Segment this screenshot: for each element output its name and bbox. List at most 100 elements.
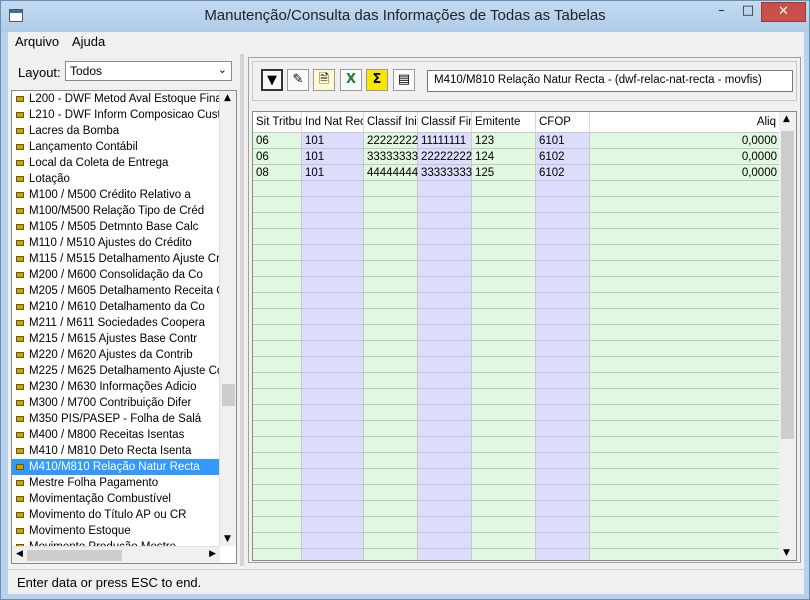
grid-cell[interactable]: 0,0000 [590,149,780,165]
table-list-item[interactable]: Lacres da Bomba [12,123,220,139]
grid-column-header[interactable]: Classif Fim [418,112,472,133]
table-list-item[interactable]: M400 / M800 Receitas Isentas [12,427,220,443]
table-list-item[interactable]: Lançamento Contábil [12,139,220,155]
grid-cell[interactable]: 0,0000 [590,133,780,149]
sum-icon[interactable]: Σ [366,69,388,91]
scroll-down-icon[interactable]: ▼ [783,548,790,558]
grid-column-header[interactable]: Ind Nat Rec [302,112,364,133]
maximize-button[interactable]: □ [735,2,761,22]
table-list-item-label: L210 - DWF Inform Composicao Custo [29,109,220,121]
table-list-item[interactable]: M200 / M600 Consolidação da Co [12,267,220,283]
minimize-button[interactable]: – [708,2,735,22]
table-list-horizontal-scrollbar[interactable]: ◀ ▶ [12,546,220,563]
table-list-item[interactable]: M350 PIS/PASEP - Folha de Salá [12,411,220,427]
table-list-item-label: M410 / M810 Deto Recta Isenta [29,445,192,457]
grid-column-header[interactable]: Emitente [472,112,536,133]
chevron-down-icon[interactable]: ⌄ [218,63,227,76]
table-list-item[interactable]: M410/M810 Relação Natur Recta [12,459,220,475]
new-icon[interactable]: 🗎 [313,69,335,91]
grid-cell[interactable]: 44444444 [364,165,418,181]
table-list-item[interactable]: L210 - DWF Inform Composicao Custo [12,107,220,123]
table-list-item-label: Mestre Folha Pagamento [29,477,159,489]
grid-column-header[interactable]: Classif Inic [364,112,418,133]
grid-cell[interactable]: 08 [253,165,302,181]
menu-arquivo[interactable]: Arquivo [15,34,59,49]
grid-cell[interactable]: 33333333 [364,149,418,165]
filter-icon[interactable]: ▼ [261,69,283,91]
table-list-item[interactable]: M100 / M500 Crédito Relativo a [12,187,220,203]
table-list-item[interactable]: Movimento Estoque [12,523,220,539]
table-list-item[interactable]: M300 / M700 Contribuição Difer [12,395,220,411]
table-list-item[interactable]: M211 / M611 Sociedades Coopera [12,315,220,331]
table-list-item[interactable]: M215 / M615 Ajustes Base Contr [12,331,220,347]
grid-cell[interactable]: 124 [472,149,536,165]
grid-column-header[interactable]: Sit Tritbut [253,112,302,133]
excel-icon[interactable]: X [340,69,362,91]
table-list-item[interactable]: M220 / M620 Ajustes da Contrib [12,347,220,363]
grid-cell[interactable]: 101 [302,165,364,181]
properties-icon[interactable]: ▤ [393,69,415,91]
table-list-item[interactable]: M110 / M510 Ajustes do Crédito [12,235,220,251]
pane-splitter[interactable] [240,54,244,566]
grid-cell[interactable]: 6102 [536,165,590,181]
table-row[interactable]: 06 101 22222222 11111111 123 6101 0,0000 [253,133,780,149]
table-list-item[interactable]: Local da Coleta de Entrega [12,155,220,171]
table-list-item[interactable]: Mestre Folha Pagamento [12,475,220,491]
scroll-down-icon[interactable]: ▼ [224,534,231,544]
table-list-item[interactable]: M105 / M505 Detmnto Base Calc [12,219,220,235]
grid-cell[interactable]: 22222222 [418,149,472,165]
grid-cell[interactable]: 6102 [536,149,590,165]
folder-icon [16,448,24,454]
grid-cell[interactable]: 6101 [536,133,590,149]
grid-cell[interactable]: 11111111 [418,133,472,149]
table-list-vertical-scrollbar[interactable]: ▲ ▼ [219,91,236,546]
scroll-up-icon[interactable]: ▲ [224,93,231,103]
title-bar[interactable]: Manutenção/Consulta das Informações de T… [1,1,809,32]
scroll-right-icon[interactable]: ▶ [209,549,216,559]
grid-cell[interactable]: 123 [472,133,536,149]
table-list-item[interactable]: M225 / M625 Detalhamento Ajuste Cont [12,363,220,379]
table-list-item-label: M215 / M615 Ajustes Base Contr [29,333,198,345]
table-list-item[interactable]: M115 / M515 Detalhamento Ajuste Créd [12,251,220,267]
grid-cell[interactable]: 0,0000 [590,165,780,181]
menu-ajuda[interactable]: Ajuda [72,34,105,49]
table-list-item[interactable]: M205 / M605 Detalhamento Receita Co [12,283,220,299]
table-list-item[interactable]: Movimentação Combustível [12,491,220,507]
table-list-item[interactable]: M410 / M810 Deto Recta Isenta [12,443,220,459]
table-list-item-label: M200 / M600 Consolidação da Co [29,269,203,281]
layout-select[interactable]: Todos ⌄ [65,61,232,81]
grid-cell[interactable]: 22222222 [364,133,418,149]
table-row[interactable]: 08 101 44444444 33333333 125 6102 0,0000 [253,165,780,181]
grid-vertical-scrollbar[interactable]: ▲ ▼ [779,112,796,560]
layout-select-value: Todos [70,64,103,78]
grid-column-header[interactable]: Aliq [590,112,780,133]
edit-icon[interactable]: ✎ [287,69,309,91]
grid-cell[interactable]: 06 [253,149,302,165]
grid-cell[interactable]: 101 [302,149,364,165]
grid-column-header[interactable]: CFOP [536,112,590,133]
scroll-thumb[interactable] [222,384,235,406]
table-list-item[interactable]: Movimento do Título AP ou CR [12,507,220,523]
close-button[interactable]: ✕ [761,2,806,22]
hscroll-thumb[interactable] [27,550,122,561]
table-list-item[interactable]: L200 - DWF Metod Aval Estoque Final [12,91,220,107]
table-list-item[interactable]: M100/M500 Relação Tipo de Créd [12,203,220,219]
right-pane: ▼ ✎ 🗎 X Σ ▤ M410/M810 Relação Natur Rect… [248,57,801,563]
data-grid[interactable]: Sit Tritbut Ind Nat Rec Classif Inic Classi… [252,111,797,561]
scroll-thumb[interactable] [781,131,794,439]
grid-cell[interactable]: 101 [302,133,364,149]
table-row[interactable]: 06 101 33333333 22222222 124 6102 0,0000 [253,149,780,165]
grid-cell[interactable]: 33333333 [418,165,472,181]
grid-cell[interactable]: 06 [253,133,302,149]
table-list-item[interactable]: M230 / M630 Informações Adicio [12,379,220,395]
table-list-item[interactable]: Lotação [12,171,220,187]
table-list-item-label: Movimento do Título AP ou CR [29,509,187,521]
scroll-up-icon[interactable]: ▲ [783,114,790,124]
scroll-left-icon[interactable]: ◀ [16,549,23,559]
folder-icon [16,416,24,422]
table-list[interactable]: L200 - DWF Metod Aval Estoque Final L210 … [11,90,237,564]
table-title: M410/M810 Relação Natur Recta - (dwf-rel… [427,70,793,92]
table-list-item[interactable]: M210 / M610 Detalhamento da Co [12,299,220,315]
grid-cell[interactable]: 125 [472,165,536,181]
client-area: Arquivo Ajuda Layout: Todos ⌄ L200 - DWF… [8,32,804,594]
